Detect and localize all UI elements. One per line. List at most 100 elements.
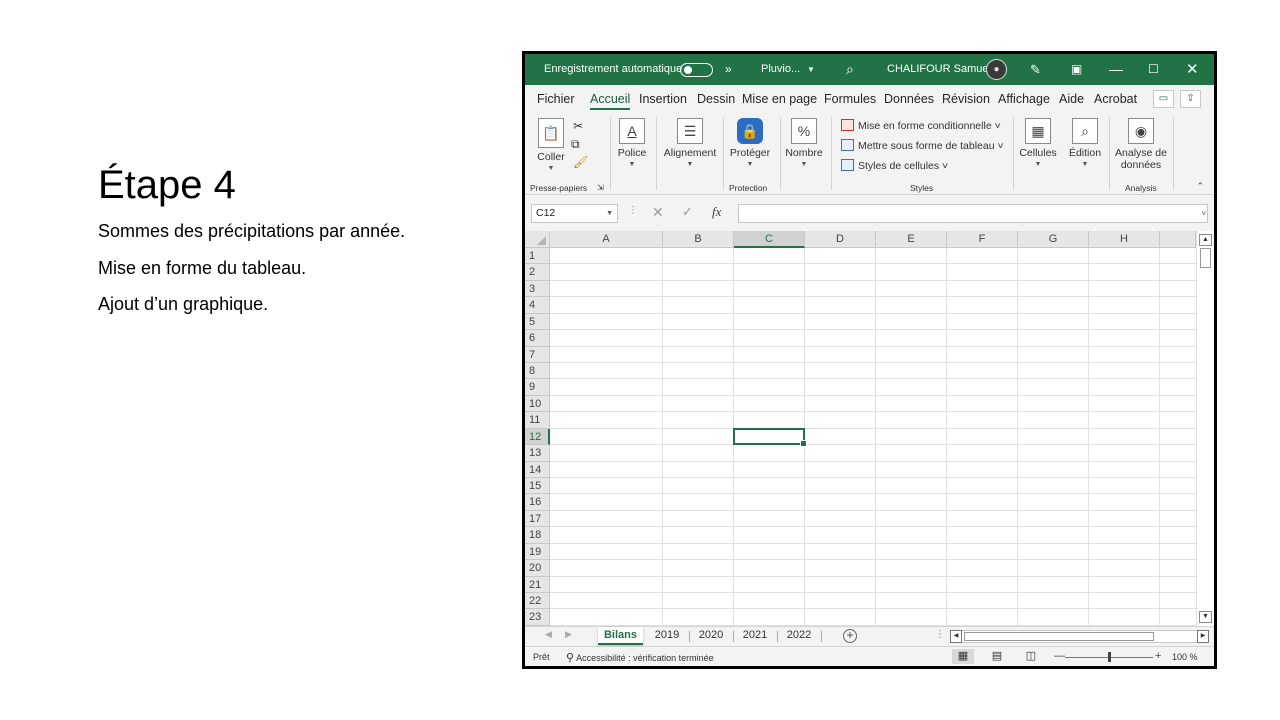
scroll-down-icon[interactable]: ▼ <box>1199 611 1212 623</box>
tab-aide[interactable]: Aide <box>1059 92 1084 106</box>
scroll-left-icon[interactable]: ◀ <box>950 630 962 643</box>
row-header-12[interactable]: 12 <box>525 428 550 446</box>
column-header-f[interactable]: F <box>947 231 1018 248</box>
accessibility-status[interactable]: ⚲ Accessibilité : vérification terminée <box>566 651 714 664</box>
expand-formula-icon[interactable]: ˅ <box>1201 209 1206 218</box>
chevron-down-icon[interactable]: ▼ <box>606 205 613 222</box>
zoom-in-button[interactable]: + <box>1155 650 1161 662</box>
row-header-10[interactable]: 10 <box>525 395 550 413</box>
protect-button[interactable]: 🔒 Protéger ▼ <box>728 118 772 168</box>
row-header-16[interactable]: 16 <box>525 494 550 511</box>
cell-styles-button[interactable]: Styles de cellules ˅ <box>841 159 948 172</box>
row-header-2[interactable]: 2 <box>525 264 550 281</box>
next-sheet-icon[interactable]: ▶ <box>565 629 572 640</box>
tab-revision[interactable]: Révision <box>942 92 990 106</box>
column-header-c[interactable]: C <box>734 231 805 248</box>
ribbon-display-options-icon[interactable]: ▣ <box>1071 54 1082 85</box>
row-header-9[interactable]: 9 <box>525 379 550 396</box>
tab-formules[interactable]: Formules <box>824 92 876 106</box>
row-header-22[interactable]: 22 <box>525 593 550 610</box>
column-header-a[interactable]: A <box>550 231 663 248</box>
column-header-d[interactable]: D <box>805 231 876 248</box>
row-header-11[interactable]: 11 <box>525 412 550 429</box>
chevron-down-icon[interactable]: ▼ <box>807 54 815 85</box>
column-header-g[interactable]: G <box>1018 231 1089 248</box>
sheet-tab-bilans[interactable]: Bilans <box>598 627 643 645</box>
zoom-out-button[interactable]: — <box>1054 650 1065 662</box>
tab-acrobat[interactable]: Acrobat <box>1094 92 1137 106</box>
tab-insertion[interactable]: Insertion <box>639 92 687 106</box>
alignment-button[interactable]: ☰ Alignement ▼ <box>662 118 718 168</box>
prev-sheet-icon[interactable]: ◀ <box>545 629 552 640</box>
comments-icon[interactable]: ▭ <box>1153 90 1174 108</box>
column-header-e[interactable]: E <box>876 231 947 248</box>
sheet-tab-2021[interactable]: 2021 <box>735 627 775 645</box>
scrollbar-thumb[interactable] <box>964 632 1154 641</box>
drag-handle-icon[interactable]: ⋮ <box>628 205 638 216</box>
file-name[interactable]: Pluvio... <box>761 54 800 85</box>
dialog-launcher-icon[interactable]: ⇲ <box>597 183 604 192</box>
cut-icon[interactable]: ✂ <box>573 119 583 133</box>
selected-cell[interactable] <box>733 427 807 448</box>
analyze-data-button[interactable]: ◉ Analyse de données <box>1115 118 1167 171</box>
conditional-formatting-button[interactable]: Mise en forme conditionnelle ˅ <box>841 119 1001 132</box>
sheet-tab-2020[interactable]: 2020 <box>691 627 731 645</box>
number-format-button[interactable]: % Nombre ▼ <box>784 118 824 168</box>
zoom-slider-thumb[interactable] <box>1108 652 1111 662</box>
scroll-right-icon[interactable]: ▶ <box>1197 630 1209 643</box>
page-layout-view-icon[interactable]: ▤ <box>986 649 1008 664</box>
share-icon[interactable]: ⇪ <box>1180 90 1201 108</box>
tab-donnees[interactable]: Données <box>884 92 934 106</box>
page-break-view-icon[interactable]: ◫ <box>1020 649 1042 664</box>
cells-button[interactable]: ▦ Cellules ▼ <box>1019 118 1057 168</box>
maximize-button[interactable]: ☐ <box>1148 54 1159 85</box>
spreadsheet-grid[interactable]: A B C D E F G H 1 2 3 4 5 6 7 8 9 10 11 12 13 14 15 16 17 18 19 20 2… <box>525 231 1196 626</box>
scrollbar-thumb[interactable] <box>1200 248 1211 268</box>
row-header-19[interactable]: 19 <box>525 543 550 561</box>
row-header-18[interactable]: 18 <box>525 527 550 544</box>
scroll-up-icon[interactable]: ▲ <box>1199 234 1212 246</box>
row-header-17[interactable]: 17 <box>525 510 550 528</box>
row-header-14[interactable]: 14 <box>525 461 550 478</box>
minimize-button[interactable]: — <box>1109 54 1123 85</box>
zoom-level[interactable]: 100 % <box>1172 652 1198 662</box>
row-header-21[interactable]: 21 <box>525 576 550 594</box>
avatar[interactable]: ● <box>986 59 1007 80</box>
close-button[interactable]: ✕ <box>1186 54 1199 85</box>
sheet-tab-2022[interactable]: 2022 <box>779 627 819 645</box>
font-button[interactable]: A Police ▼ <box>617 118 647 168</box>
row-header-1[interactable]: 1 <box>525 248 550 265</box>
sheet-tab-2019[interactable]: 2019 <box>647 627 687 645</box>
collapse-ribbon-icon[interactable]: ⌃ <box>1196 181 1204 192</box>
row-header-4[interactable]: 4 <box>525 297 550 314</box>
copy-icon[interactable]: ⧉ <box>571 137 580 152</box>
name-box[interactable]: C12 ▼ <box>531 204 618 223</box>
column-header-h[interactable]: H <box>1089 231 1160 248</box>
add-sheet-button[interactable]: + <box>843 629 857 643</box>
row-header-23[interactable]: 23 <box>525 609 550 626</box>
row-header-8[interactable]: 8 <box>525 363 550 380</box>
vertical-scrollbar[interactable]: ▲ ▼ <box>1196 231 1214 626</box>
select-all-button[interactable] <box>525 231 550 248</box>
format-as-table-button[interactable]: Mettre sous forme de tableau ˅ <box>841 139 1004 152</box>
enter-icon[interactable]: ✓ <box>682 204 693 220</box>
row-header-6[interactable]: 6 <box>525 330 550 347</box>
row-header-13[interactable]: 13 <box>525 445 550 462</box>
tab-dessin[interactable]: Dessin <box>697 92 735 106</box>
autosave-toggle[interactable] <box>680 63 713 77</box>
row-header-20[interactable]: 20 <box>525 560 550 577</box>
paste-button[interactable]: 📋 Coller ▼ <box>534 118 568 172</box>
drag-handle-icon[interactable]: ⋮ <box>935 629 945 640</box>
horizontal-scrollbar[interactable]: ◀ ▶ <box>950 630 1209 643</box>
column-header[interactable] <box>1160 231 1196 248</box>
pen-icon[interactable]: ✎ <box>1030 54 1041 85</box>
column-header-b[interactable]: B <box>663 231 734 248</box>
row-header-5[interactable]: 5 <box>525 313 550 331</box>
insert-function-icon[interactable]: fx <box>712 204 721 220</box>
formula-input[interactable] <box>738 204 1208 223</box>
editing-button[interactable]: ⌕ Édition ▼ <box>1067 118 1103 168</box>
format-painter-icon[interactable]: 🖌 <box>573 155 588 169</box>
tab-accueil[interactable]: Accueil <box>590 92 631 110</box>
cancel-icon[interactable]: ✕ <box>652 204 664 221</box>
user-name[interactable]: CHALIFOUR Samuel <box>887 54 991 85</box>
